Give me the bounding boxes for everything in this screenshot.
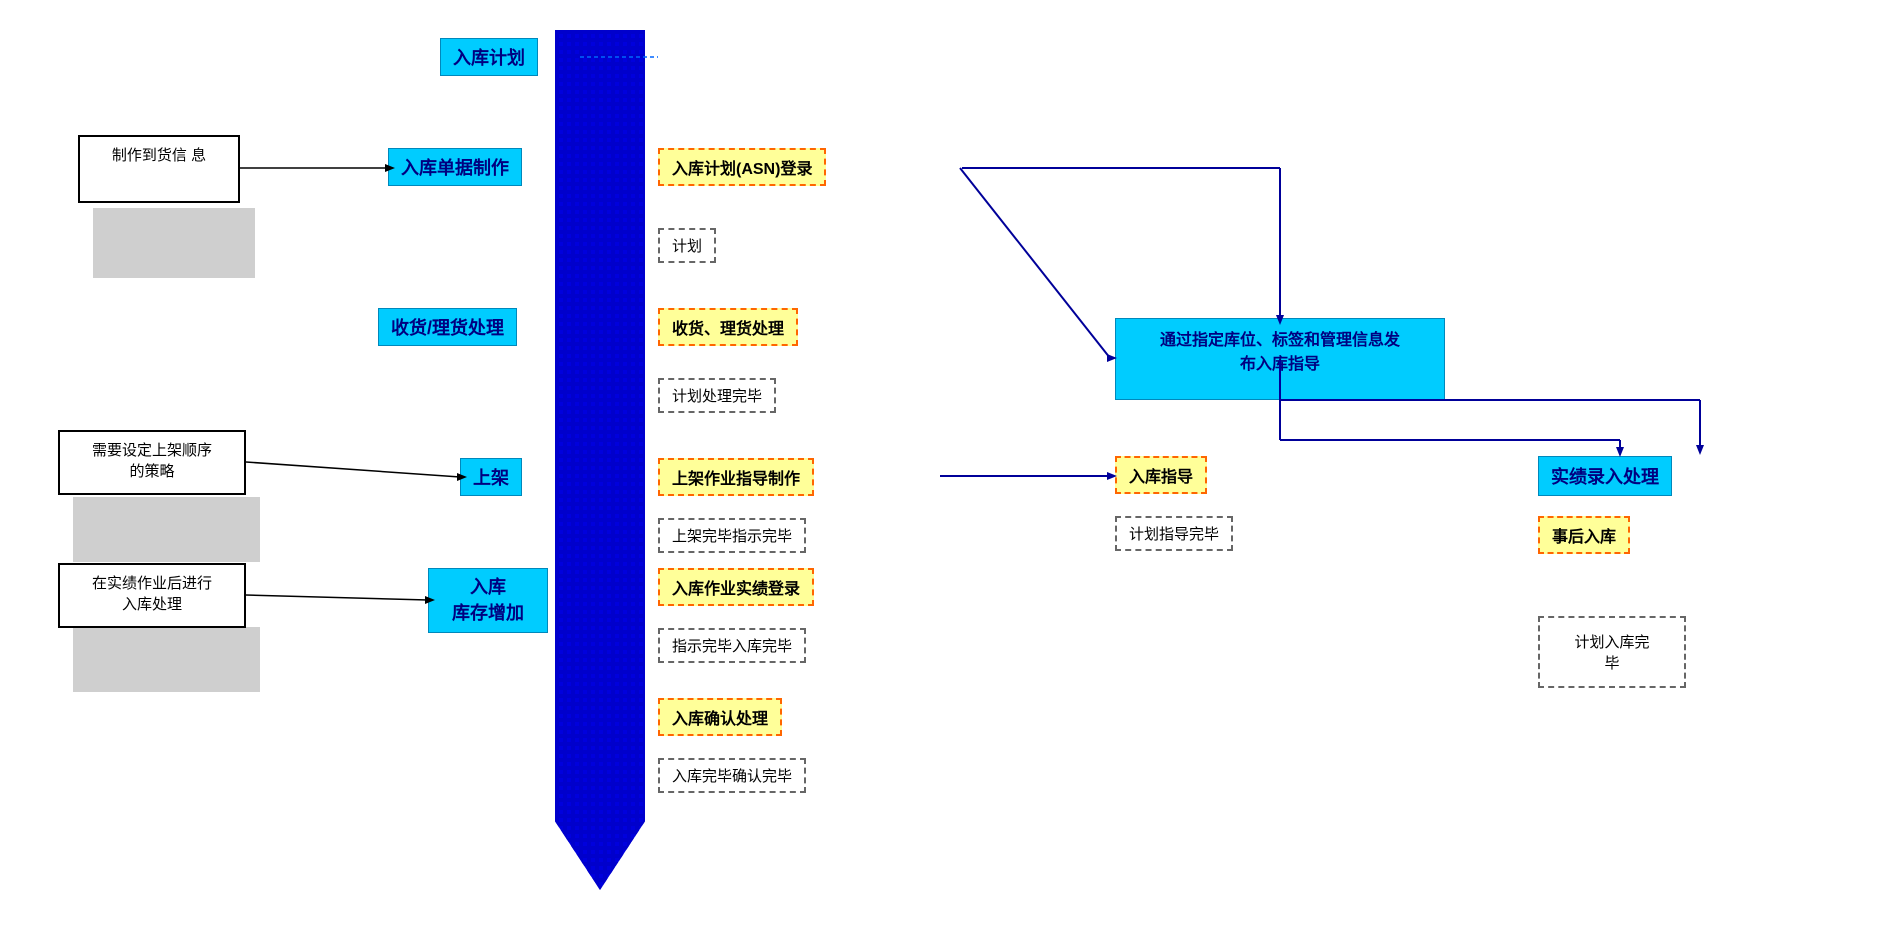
shadow-2 bbox=[73, 497, 260, 562]
info-box-inventory: 在实绩作业后进行入库处理 bbox=[58, 563, 246, 628]
right-actual-box: 实绩录入处理 bbox=[1538, 456, 1672, 496]
stage-shelving: 上架 bbox=[460, 458, 522, 496]
shadow-1 bbox=[93, 208, 255, 278]
right-instr: 入库指导 bbox=[1115, 456, 1207, 494]
stage-document: 入库单据制作 bbox=[388, 148, 522, 186]
proc-actual: 入库作业实绩登录 bbox=[658, 568, 814, 606]
stage-inventory: 入库库存增加 bbox=[428, 568, 548, 633]
info-box-strategy: 需要设定上架顺序的策略 bbox=[58, 430, 246, 495]
right-post: 事后入库 bbox=[1538, 516, 1630, 554]
proc-asn: 入库计划(ASN)登录 bbox=[658, 148, 826, 186]
res-shelf-done: 上架完毕指示完毕 bbox=[658, 518, 806, 553]
res-instr-done: 指示完毕入库完毕 bbox=[658, 628, 806, 663]
right-guide-box: 通过指定库位、标签和管理信息发布入库指导 bbox=[1115, 318, 1445, 400]
blue-column bbox=[555, 30, 645, 890]
right-plan-complete: 计划入库完毕 bbox=[1538, 616, 1686, 688]
proc-receive: 收货、理货处理 bbox=[658, 308, 798, 346]
shadow-3 bbox=[73, 627, 260, 692]
proc-confirm: 入库确认处理 bbox=[658, 698, 782, 736]
stage-plan: 入库计划 bbox=[440, 38, 538, 76]
res-plan-done: 计划处理完毕 bbox=[658, 378, 776, 413]
diagram-container: 制作到货信 息 需要设定上架顺序的策略 在实绩作业后进行入库处理 入库计划 入库… bbox=[0, 0, 1885, 950]
res-confirm-done: 入库完毕确认完毕 bbox=[658, 758, 806, 793]
stage-receiving: 收货/理货处理 bbox=[378, 308, 517, 346]
res-plan: 计划 bbox=[658, 228, 716, 263]
proc-shelf: 上架作业指导制作 bbox=[658, 458, 814, 496]
info-box-delivery: 制作到货信 息 bbox=[78, 135, 240, 203]
right-plan-done: 计划指导完毕 bbox=[1115, 516, 1233, 551]
